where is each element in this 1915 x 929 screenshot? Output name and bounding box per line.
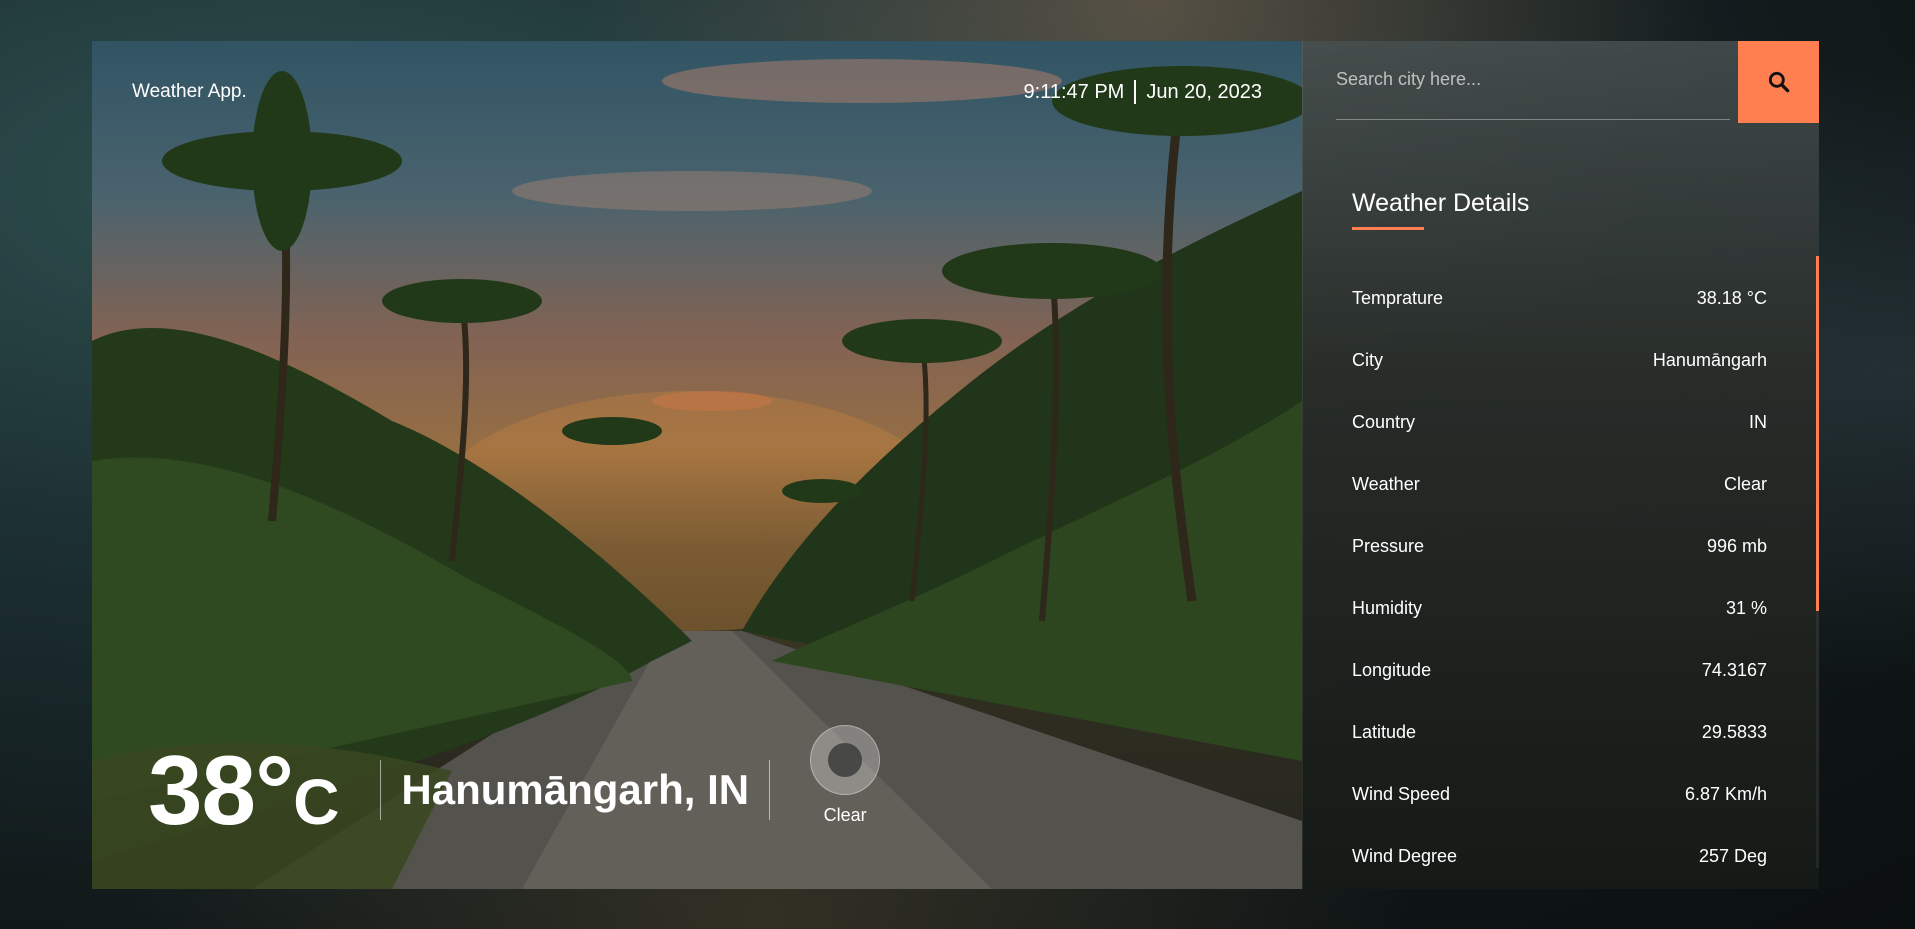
detail-row-pressure: Pressure 996 mb: [1352, 515, 1767, 577]
clear-weather-icon: [810, 724, 881, 795]
current-weather-summary: 38°C Hanumāngarh, IN Clear: [148, 724, 881, 839]
search-underline: [1336, 119, 1730, 120]
details-panel: Weather Details Temprature 38.18 °C City…: [1302, 41, 1819, 889]
detail-label: Wind Speed: [1352, 783, 1451, 804]
summary-divider: [380, 760, 382, 820]
detail-row-temperature: Temprature 38.18 °C: [1352, 267, 1767, 329]
detail-label: Wind Degree: [1352, 845, 1458, 866]
details-list: Temprature 38.18 °C City Hanumāngarh Cou…: [1352, 267, 1767, 887]
detail-value: 31 %: [1725, 597, 1767, 618]
detail-value: Clear: [1723, 473, 1767, 494]
detail-row-wind-speed: Wind Speed 6.87 Km/h: [1352, 763, 1767, 825]
scenic-panel: Weather App. 9:11:47 PM Jun 20, 2023 38°…: [92, 41, 1302, 889]
temperature-value: 38°: [148, 735, 294, 845]
detail-row-wind-degree: Wind Degree 257 Deg: [1352, 825, 1767, 887]
detail-label: Longitude: [1352, 659, 1432, 680]
detail-value: 257 Deg: [1698, 845, 1767, 866]
detail-row-weather: Weather Clear: [1352, 453, 1767, 515]
details-scrollbar-thumb[interactable]: [1816, 256, 1819, 611]
detail-value: 29.5833: [1701, 721, 1767, 742]
detail-row-latitude: Latitude 29.5833: [1352, 701, 1767, 763]
details-title: Weather Details: [1352, 189, 1530, 217]
condition-label: Clear: [823, 804, 867, 825]
weather-card: Weather App. 9:11:47 PM Jun 20, 2023 38°…: [92, 41, 1819, 889]
search-bar: [1303, 41, 1819, 123]
detail-label: Weather: [1352, 473, 1420, 494]
detail-value: 38.18 °C: [1696, 287, 1767, 308]
detail-value: Hanumāngarh: [1652, 349, 1767, 370]
detail-label: Latitude: [1352, 721, 1417, 742]
detail-row-city: City Hanumāngarh: [1352, 329, 1767, 391]
current-date: Jun 20, 2023: [1146, 80, 1262, 103]
detail-value: IN: [1749, 411, 1767, 432]
condition-icon-dot: [828, 742, 863, 777]
temperature-unit: C: [293, 766, 339, 838]
search-input[interactable]: [1336, 59, 1730, 99]
detail-label: City: [1352, 349, 1383, 370]
detail-label: Pressure: [1352, 535, 1425, 556]
search-button[interactable]: [1738, 41, 1819, 123]
detail-label: Humidity: [1352, 597, 1423, 618]
app-brand: Weather App.: [132, 81, 247, 102]
detail-label: Temprature: [1352, 287, 1444, 308]
detail-value: 74.3167: [1701, 659, 1767, 680]
detail-value: 6.87 Km/h: [1684, 783, 1767, 804]
condition-block: Clear: [810, 724, 881, 826]
details-title-underline: [1352, 227, 1424, 230]
summary-divider: [769, 760, 771, 820]
search-icon: [1768, 71, 1790, 93]
detail-label: Country: [1352, 411, 1416, 432]
detail-row-humidity: Humidity 31 %: [1352, 577, 1767, 639]
detail-value: 996 mb: [1706, 535, 1767, 556]
datetime-divider: [1134, 80, 1137, 104]
datetime: 9:11:47 PM Jun 20, 2023: [1024, 80, 1262, 104]
detail-row-country: Country IN: [1352, 391, 1767, 453]
detail-row-longitude: Longitude 74.3167: [1352, 639, 1767, 701]
city-name: Hanumāngarh, IN: [401, 766, 750, 813]
temperature-display: 38°C: [148, 741, 339, 839]
current-time: 9:11:47 PM: [1023, 80, 1125, 103]
